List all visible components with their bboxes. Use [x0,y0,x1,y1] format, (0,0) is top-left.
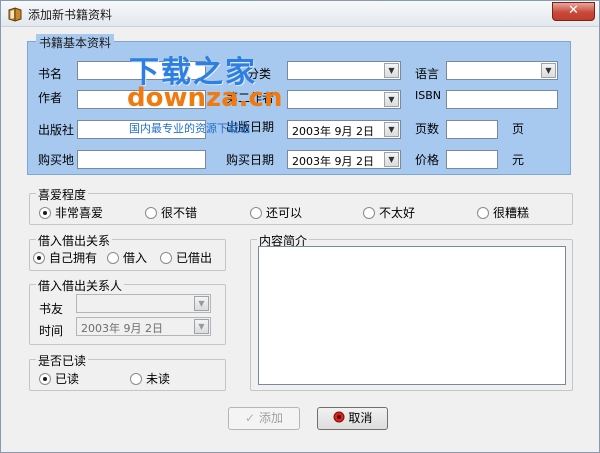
close-button[interactable]: ✕ [552,2,595,21]
radio-selected-icon [39,207,51,219]
radio-icon [130,373,142,385]
chevron-down-icon[interactable]: ▼ [541,63,556,78]
language-label: 语言 [415,67,440,81]
chevron-down-icon[interactable]: ▼ [194,319,209,334]
pub-date-picker[interactable]: 2003年 9月 2日 ▼ [287,120,401,139]
read-option-0[interactable]: 已读 [39,370,79,387]
preference-option-3[interactable]: 不太好 [363,204,415,221]
title-bar[interactable]: 添加新书籍资料 ✕ [1,1,599,27]
category-combo[interactable]: ▼ [287,61,401,80]
watermark-tagline: 国内最专业的资源下载站 [129,122,250,135]
lending-legend: 借入借出关系 [36,232,113,249]
read-status-legend: 是否已读 [36,352,89,369]
buy-date-value: 2003年 9月 2日 [292,155,374,168]
isbn-label: ISBN [415,89,442,102]
check-icon: ✓ [245,411,256,425]
book-icon [8,7,22,22]
chevron-down-icon[interactable]: ▼ [384,122,399,137]
chevron-down-icon[interactable]: ▼ [194,296,209,311]
cancel-icon [333,411,345,423]
lending-option-0[interactable]: 自己拥有 [33,249,97,266]
add-button[interactable]: ✓ 添加 [228,407,300,430]
radio-selected-icon [33,252,45,264]
lending-option-1[interactable]: 借入 [107,249,147,266]
pub-date-value: 2003年 9月 2日 [292,125,374,138]
basic-info-legend: 书籍基本资料 [36,34,115,51]
window-title: 添加新书籍资料 [28,8,113,22]
pages-field[interactable] [446,120,498,139]
buy-date-label: 购买日期 [226,153,275,167]
pages-unit: 页 [512,122,525,136]
second-author-combo[interactable]: ▼ [287,90,401,109]
chevron-down-icon[interactable]: ▼ [384,63,399,78]
chevron-down-icon[interactable]: ▼ [384,92,399,107]
buy-place-field[interactable] [77,150,206,169]
radio-icon [250,207,262,219]
cancel-button[interactable]: 取消 [317,407,388,430]
name-label: 书名 [38,67,63,81]
friend-combo[interactable]: ▼ [76,294,211,313]
radio-icon [145,207,157,219]
radio-icon [107,252,119,264]
time-value: 2003年 9月 2日 [81,322,163,335]
time-picker[interactable]: 2003年 9月 2日 ▼ [76,317,211,336]
lender-legend: 借入借出关系人 [36,277,125,294]
preference-option-0[interactable]: 非常喜爱 [39,204,103,221]
friend-label: 书友 [39,302,64,316]
radio-icon [477,207,489,219]
radio-icon [363,207,375,219]
author-label: 作者 [38,91,63,105]
buy-date-picker[interactable]: 2003年 9月 2日 ▼ [287,150,401,169]
close-icon: ✕ [568,3,579,18]
language-combo[interactable]: ▼ [446,61,558,80]
isbn-field[interactable] [446,90,558,109]
read-option-1[interactable]: 未读 [130,370,170,387]
lending-option-2[interactable]: 已借出 [160,249,212,266]
watermark-domain: downza.cn [127,83,283,113]
price-unit: 元 [512,153,525,167]
pages-label: 页数 [415,122,440,136]
publisher-label: 出版社 [38,123,75,137]
preference-option-4[interactable]: 很糟糕 [477,204,529,221]
preference-legend: 喜爱程度 [36,186,89,203]
radio-selected-icon [39,373,51,385]
radio-icon [160,252,172,264]
dialog-window: 添加新书籍资料 ✕ 书籍基本资料 书名 分类 ▼ 语言 ▼ 作者 第二作者 ▼ … [0,0,600,453]
time-label: 时间 [39,324,64,338]
price-label: 价格 [415,153,440,167]
buy-place-label: 购买地 [38,153,75,167]
chevron-down-icon[interactable]: ▼ [384,152,399,167]
preference-option-1[interactable]: 很不错 [145,204,197,221]
preference-option-2[interactable]: 还可以 [250,204,302,221]
summary-textarea[interactable] [258,246,566,385]
price-field[interactable] [446,150,498,169]
